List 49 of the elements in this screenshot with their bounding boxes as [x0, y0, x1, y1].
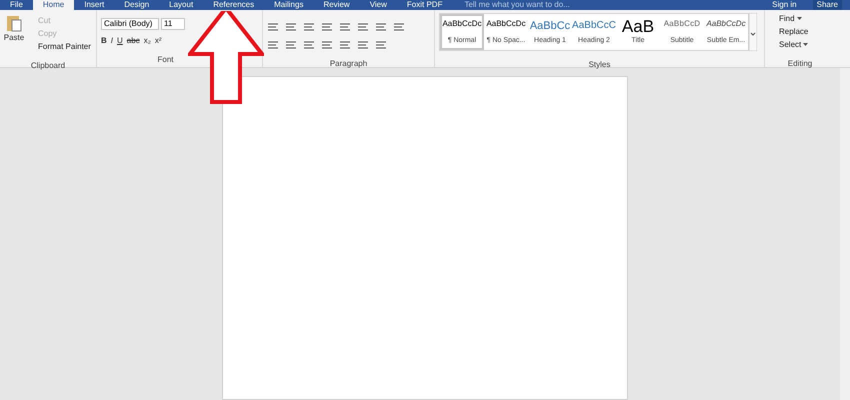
ribbon-tab[interactable]: Layout: [159, 0, 204, 10]
paste-button[interactable]: Paste: [4, 14, 24, 52]
format-button[interactable]: B: [101, 36, 107, 46]
group-label: Editing: [788, 59, 812, 68]
caret-icon: [803, 43, 808, 46]
group-label: Styles: [588, 60, 610, 69]
paragraph-tool-icon[interactable]: [267, 22, 279, 32]
group-label: Paragraph: [330, 59, 368, 68]
ribbon-tab[interactable]: View: [360, 0, 397, 10]
ribbon-tab[interactable]: References: [203, 0, 264, 10]
format-button[interactable]: x₂: [144, 36, 151, 46]
group-label: Font: [157, 55, 174, 64]
format-button[interactable]: U: [117, 36, 123, 46]
alignment-icon[interactable]: [357, 40, 369, 50]
editing-command[interactable]: Replace: [769, 27, 831, 37]
paragraph-tool-icon[interactable]: [303, 22, 315, 32]
paragraph-tool-icon[interactable]: [393, 22, 405, 32]
ribbon-tab[interactable]: File: [0, 0, 33, 10]
sign-in-link[interactable]: Sign in: [772, 0, 797, 10]
alignment-icon[interactable]: [339, 40, 351, 50]
font-size-field[interactable]: 11: [161, 18, 185, 30]
alignment-icon[interactable]: [303, 40, 315, 50]
ribbon-tab[interactable]: Review: [313, 0, 360, 10]
format-button[interactable]: abc: [126, 36, 140, 46]
share-button[interactable]: Share: [812, 0, 842, 10]
tell-me-field[interactable]: Tell me what you want to do...: [464, 0, 664, 10]
paragraph-tool-icon[interactable]: [339, 22, 351, 32]
font-name-field[interactable]: Calibri (Body): [101, 18, 159, 30]
alignment-icon[interactable]: [375, 40, 387, 50]
format-button[interactable]: x²: [154, 36, 162, 46]
paragraph-tool-icon[interactable]: [321, 22, 333, 32]
ribbon-tab[interactable]: Home: [32, 0, 74, 10]
paragraph-tool-icon[interactable]: [375, 22, 387, 32]
ribbon-tab[interactable]: Design: [114, 0, 160, 10]
editing-command[interactable]: Select: [769, 40, 831, 50]
clipboard-icon: [6, 14, 22, 32]
alignment-icon[interactable]: [267, 40, 279, 50]
ribbon-tab[interactable]: Mailings: [264, 0, 314, 10]
caret-icon: [796, 17, 802, 20]
ribbon-tab[interactable]: Foxit PDF: [396, 0, 452, 10]
paragraph-tool-icon[interactable]: [357, 22, 369, 32]
alignment-icon[interactable]: [321, 40, 333, 50]
clipboard-item[interactable]: Format Painter: [28, 42, 91, 52]
ribbon-tab[interactable]: Insert: [74, 0, 114, 10]
editing-command[interactable]: Find: [769, 14, 831, 24]
alignment-icon[interactable]: [285, 40, 297, 50]
format-button[interactable]: I: [110, 36, 114, 46]
group-label: Clipboard: [30, 61, 66, 70]
paragraph-tool-icon[interactable]: [285, 22, 297, 32]
